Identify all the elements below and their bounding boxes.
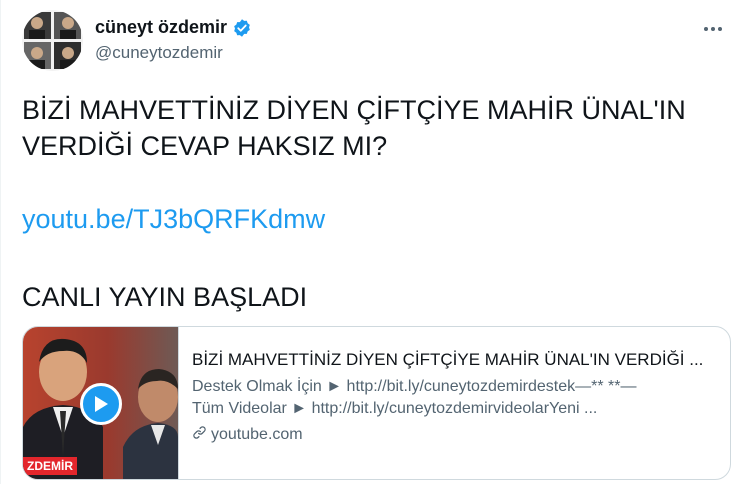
- tweet-text-line: BİZİ MAHVETTİNİZ DİYEN ÇİFTÇİYE MAHİR ÜN…: [22, 95, 686, 125]
- link-icon: [192, 425, 207, 445]
- tweet: cüneyt özdemir @cuneytozdemir BİZİ MAHVE…: [0, 0, 744, 484]
- tweet-link[interactable]: youtu.be/TJ3bQRFKdmw: [22, 204, 325, 235]
- card-description: Destek Olmak İçin ► http://bit.ly/cuneyt…: [192, 376, 716, 420]
- card-description-line: Destek Olmak İçin ► http://bit.ly/cuneyt…: [192, 378, 637, 395]
- more-options-icon[interactable]: [698, 14, 728, 44]
- card-description-line: Tüm Videolar ► http://bit.ly/cuneytozdem…: [192, 400, 598, 417]
- author-avatar[interactable]: [22, 10, 83, 71]
- play-icon[interactable]: [80, 383, 122, 425]
- card-domain-text: youtube.com: [211, 426, 303, 443]
- card-thumbnail[interactable]: ZDEMİR: [23, 327, 179, 479]
- card-body[interactable]: BİZİ MAHVETTİNİZ DİYEN ÇİFTÇİYE MAHİR ÜN…: [179, 327, 730, 479]
- card-title: BİZİ MAHVETTİNİZ DİYEN ÇİFTÇİYE MAHİR ÜN…: [192, 350, 704, 369]
- tweet-text-line: VERDİĞİ CEVAP HAKSIZ MI?: [22, 131, 388, 161]
- channel-brand-label: ZDEMİR: [23, 457, 77, 475]
- verified-badge-icon: [232, 18, 252, 38]
- author-handle[interactable]: @cuneytozdemir: [95, 43, 223, 63]
- card-domain: youtube.com: [192, 425, 716, 445]
- link-preview-card[interactable]: ZDEMİR BİZİ MAHVETTİNİZ DİYEN ÇİFTÇİYE M…: [22, 326, 731, 480]
- author-name-row[interactable]: cüneyt özdemir: [95, 17, 252, 38]
- author-display-name[interactable]: cüneyt özdemir: [95, 17, 227, 38]
- tweet-text: BİZİ MAHVETTİNİZ DİYEN ÇİFTÇİYE MAHİR ÜN…: [22, 92, 722, 164]
- tweet-status-text: CANLI YAYIN BAŞLADI: [22, 282, 308, 312]
